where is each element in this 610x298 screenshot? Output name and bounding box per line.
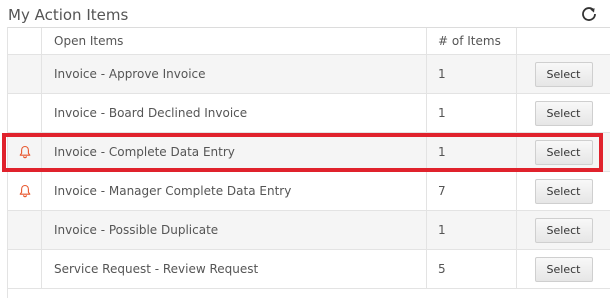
bell-icon bbox=[19, 145, 30, 159]
action-cell: Select bbox=[517, 250, 610, 288]
item-count: 1 bbox=[427, 133, 517, 171]
select-button[interactable]: Select bbox=[534, 61, 593, 87]
alert-cell bbox=[8, 94, 42, 132]
item-label: Service Request - Review Request bbox=[42, 250, 427, 288]
alert-cell bbox=[8, 172, 42, 210]
item-label: Invoice - Possible Duplicate bbox=[42, 211, 427, 249]
action-items-table: Open Items # of Items Invoice - Approve … bbox=[7, 27, 610, 298]
item-count: 1 bbox=[427, 94, 517, 132]
action-cell: Select bbox=[517, 55, 610, 93]
select-button[interactable]: Select bbox=[534, 178, 593, 204]
alert-cell bbox=[8, 250, 42, 288]
header-open-items: Open Items bbox=[42, 28, 427, 54]
alert-cell bbox=[8, 211, 42, 249]
table-header-row: Open Items # of Items bbox=[8, 28, 610, 55]
header-action-column bbox=[517, 28, 610, 54]
select-button[interactable]: Select bbox=[534, 139, 593, 165]
table-row: Invoice - Approve Invoice 1 Select bbox=[8, 55, 610, 94]
select-button[interactable]: Select bbox=[534, 256, 593, 282]
bell-icon bbox=[19, 184, 30, 198]
panel-title: My Action Items bbox=[8, 6, 129, 24]
action-cell: Select bbox=[517, 211, 610, 249]
alert-cell bbox=[8, 133, 42, 171]
refresh-icon[interactable] bbox=[581, 6, 597, 22]
header-count: # of Items bbox=[427, 28, 517, 54]
action-cell: Select bbox=[517, 94, 610, 132]
table-row: Invoice - Complete Data Entry 1 Select bbox=[8, 133, 610, 172]
item-count: 7 bbox=[427, 172, 517, 210]
item-label: Invoice - Board Declined Invoice bbox=[42, 94, 427, 132]
alert-cell bbox=[8, 55, 42, 93]
table-row: Invoice - Possible Duplicate 1 Select bbox=[8, 211, 610, 250]
table-row: Service Request - Review Request 5 Selec… bbox=[8, 250, 610, 289]
table-row: Invoice - Manager Complete Data Entry 7 … bbox=[8, 172, 610, 211]
action-cell: Select bbox=[517, 172, 610, 210]
item-count: 1 bbox=[427, 211, 517, 249]
select-button[interactable]: Select bbox=[534, 100, 593, 126]
item-label: Invoice - Approve Invoice bbox=[42, 55, 427, 93]
select-button[interactable]: Select bbox=[534, 217, 593, 243]
item-count: 5 bbox=[427, 250, 517, 288]
table-row: Invoice - Board Declined Invoice 1 Selec… bbox=[8, 94, 610, 133]
item-label: Invoice - Complete Data Entry bbox=[42, 133, 427, 171]
header-icon-column bbox=[8, 28, 42, 54]
item-label: Invoice - Manager Complete Data Entry bbox=[42, 172, 427, 210]
action-cell: Select bbox=[517, 133, 610, 171]
item-count: 1 bbox=[427, 55, 517, 93]
